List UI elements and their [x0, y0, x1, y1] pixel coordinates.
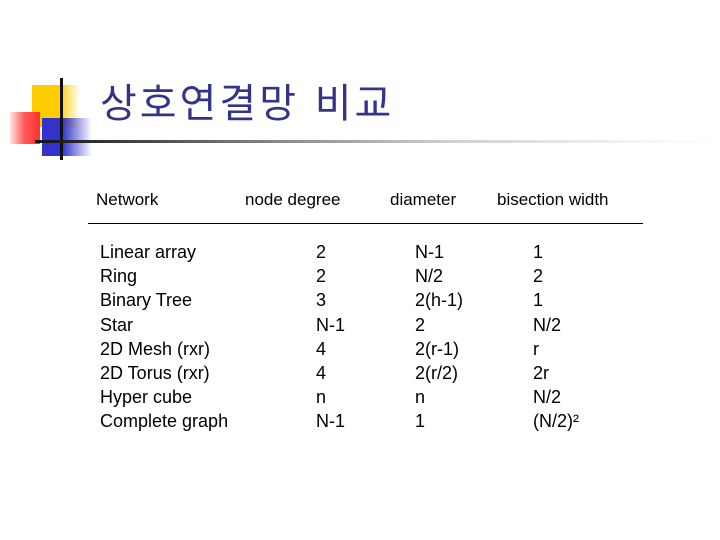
header-rule — [88, 223, 643, 224]
cell-network: Binary Tree — [100, 290, 193, 311]
cell-bisection-width: N/2 — [533, 387, 562, 408]
cell-diameter: n — [415, 387, 426, 408]
cell-diameter: 2 — [415, 314, 426, 335]
cell-bisection-width: N/2 — [533, 314, 562, 335]
cell-diameter: 2(r/2) — [415, 363, 459, 384]
column-bisection-width: 1 2 1 N/2 r 2r N/2 (N/2)² — [533, 240, 579, 434]
cell-bisection-width: 2r — [533, 363, 550, 384]
cell-node-degree: 3 — [316, 290, 327, 311]
cell-network: Complete graph — [100, 411, 229, 432]
header-diameter: diameter — [390, 190, 457, 209]
column-diameter: N-1 N/2 2(h-1) 2 2(r-1) 2(r/2) n 1 — [415, 240, 463, 434]
header-bisection-width: bisection width — [497, 190, 609, 209]
cell-network: Linear array — [100, 242, 197, 262]
cell-diameter: N-1 — [415, 242, 445, 262]
column-node-degree: 2 2 3 N-1 4 4 n N-1 — [316, 240, 345, 434]
cell-node-degree: n — [316, 387, 327, 408]
cell-diameter: 1 — [415, 411, 426, 432]
decor-vertical-line — [60, 78, 63, 160]
cell-node-degree: N-1 — [316, 411, 346, 432]
decor-blue-square — [42, 118, 92, 156]
cell-network: Ring — [100, 266, 138, 287]
cell-node-degree: N-1 — [316, 314, 346, 335]
cell-network: Star — [100, 314, 134, 335]
cell-node-degree: 2 — [316, 266, 327, 287]
header-node-degree: node degree — [245, 190, 341, 209]
cell-network: 2D Mesh (rxr) — [100, 338, 211, 359]
cell-node-degree: 4 — [316, 363, 327, 384]
cell-diameter: 2(r-1) — [415, 338, 459, 359]
slide-title: 상호연결망 비교 — [100, 81, 395, 127]
cell-bisection-width: 2 — [533, 266, 544, 287]
cell-diameter: 2(h-1) — [415, 290, 464, 311]
cell-network: Hyper cube — [100, 387, 193, 408]
header-network: Network — [96, 190, 159, 209]
cell-network: 2D Torus (rxr) — [100, 363, 210, 384]
cell-bisection-width: 1 — [533, 242, 544, 262]
cell-node-degree: 2 — [316, 242, 327, 262]
cell-bisection-width: (N/2)² — [533, 411, 579, 432]
cell-diameter: N/2 — [415, 266, 444, 287]
cell-bisection-width: 1 — [533, 290, 544, 311]
cell-node-degree: 4 — [316, 338, 327, 359]
cell-bisection-width: r — [533, 338, 539, 359]
column-network: Linear array Ring Binary Tree Star 2D Mesh (… — [100, 240, 228, 434]
title-underline — [35, 140, 720, 143]
